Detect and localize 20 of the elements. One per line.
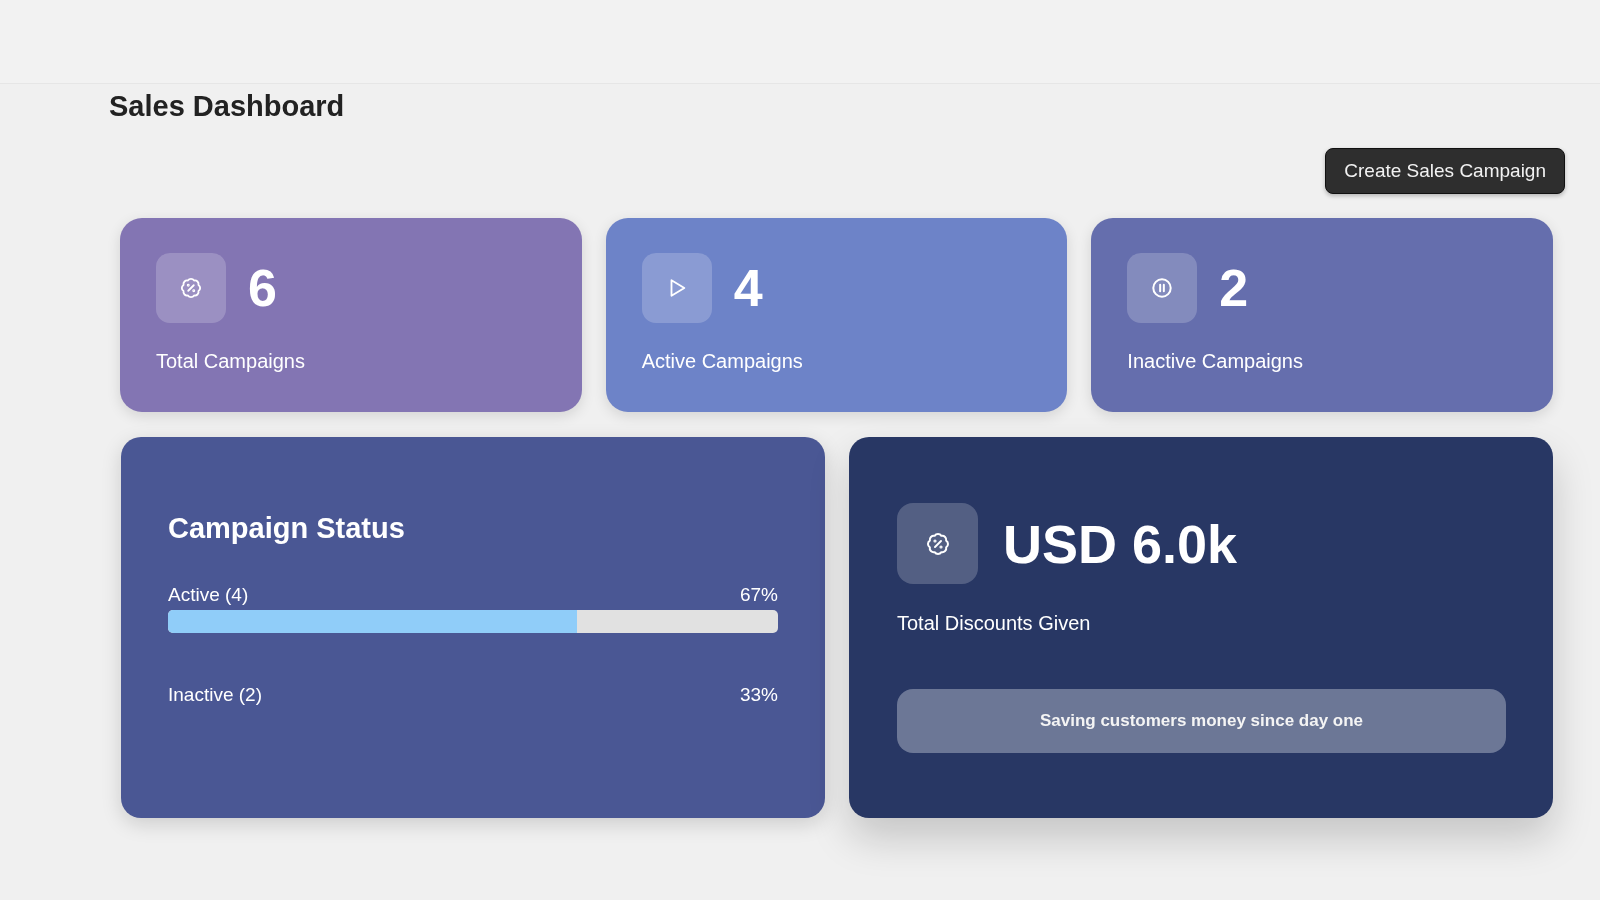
status-label: Active (4) (168, 584, 249, 606)
create-campaign-button[interactable]: Create Sales Campaign (1325, 148, 1565, 194)
stat-value: 6 (248, 258, 277, 318)
stat-label: Active Campaigns (641, 349, 803, 373)
stat-value: 2 (1219, 258, 1249, 318)
discount-value: USD 6.0k (1003, 512, 1238, 575)
page-title: Sales Dashboard (109, 89, 345, 123)
discount-label: Total Discounts Given (897, 611, 1091, 635)
status-label: Inactive (2) (168, 684, 262, 706)
card-title: Campaign Status (168, 511, 405, 545)
note-banner: Saving customers money since day one (897, 689, 1506, 753)
status-percent: 67% (739, 584, 778, 606)
percent-badge-icon (156, 253, 226, 323)
stat-label: Total Campaigns (156, 349, 305, 373)
status-percent: 33% (739, 684, 778, 706)
pause-icon (1127, 253, 1198, 323)
percent-badge-icon (897, 503, 978, 584)
stat-value: 4 (733, 258, 763, 318)
play-icon (641, 253, 712, 323)
stat-label: Inactive Campaigns (1127, 349, 1303, 373)
